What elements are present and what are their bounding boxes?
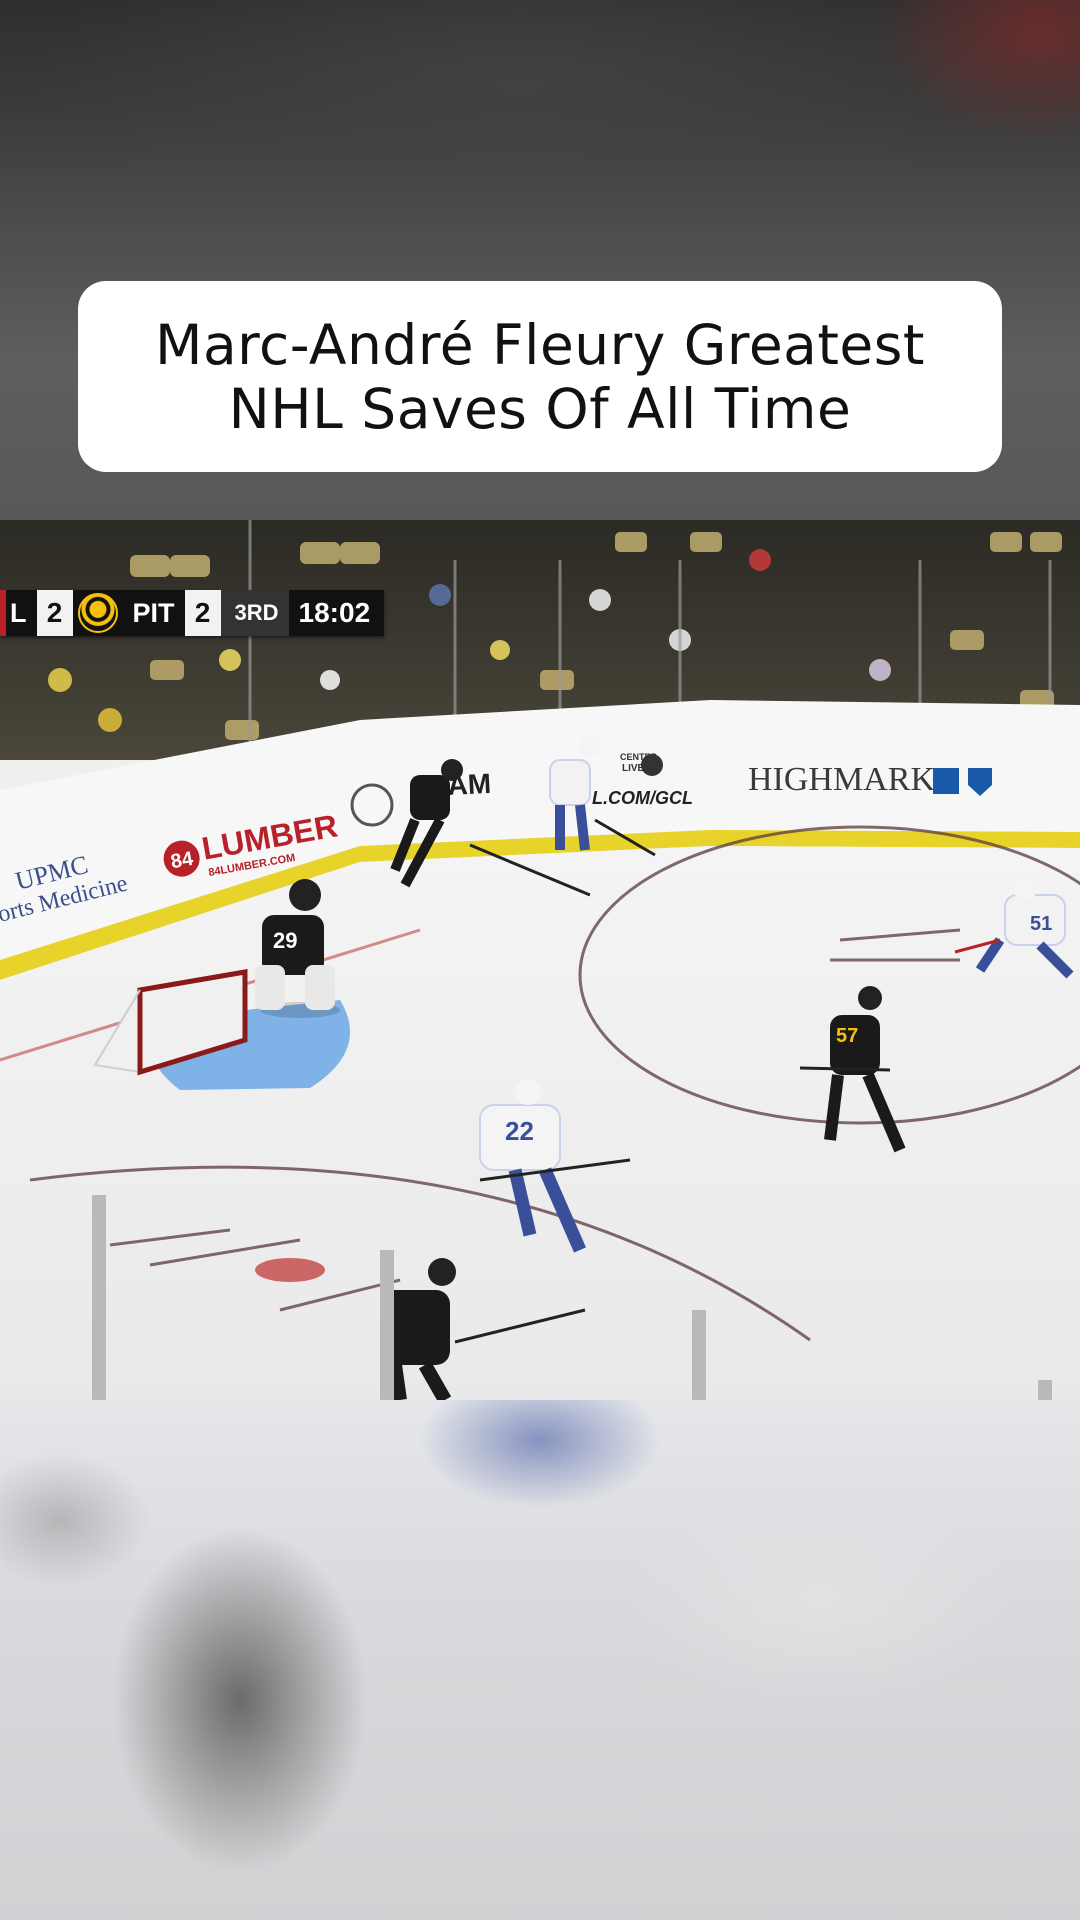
blurred-background-bottom	[0, 1400, 1080, 1920]
hockey-scene: UPMC orts Medicine 84 LUMBER 84LUMBER.CO…	[0, 520, 1080, 1400]
penguins-logo-icon	[72, 590, 123, 636]
game-clock: 18:02	[288, 590, 385, 636]
scorebug: L 2 PIT 2 3RD 18:02	[0, 590, 385, 636]
svg-text:51: 51	[1030, 913, 1052, 935]
title-card: Marc-André Fleury Greatest NHL Saves Of …	[78, 281, 1002, 472]
away-team-score: 2	[36, 590, 73, 636]
period-indicator: 3RD	[220, 590, 289, 636]
svg-text:29: 29	[273, 928, 297, 953]
faceoff-dot	[255, 1258, 325, 1282]
away-team-abbr: L	[0, 590, 37, 636]
video-player[interactable]: UPMC orts Medicine 84 LUMBER 84LUMBER.CO…	[0, 520, 1080, 1400]
svg-text:22: 22	[505, 1116, 534, 1146]
video-title: Marc-André Fleury Greatest NHL Saves Of …	[154, 312, 925, 441]
svg-text:L.COM/GCL: L.COM/GCL	[592, 788, 693, 808]
home-team-score: 2	[184, 590, 221, 636]
svg-text:HIGHMARK: HIGHMARK	[748, 761, 935, 798]
svg-text:57: 57	[836, 1025, 858, 1047]
home-team-abbr: PIT	[122, 590, 185, 636]
